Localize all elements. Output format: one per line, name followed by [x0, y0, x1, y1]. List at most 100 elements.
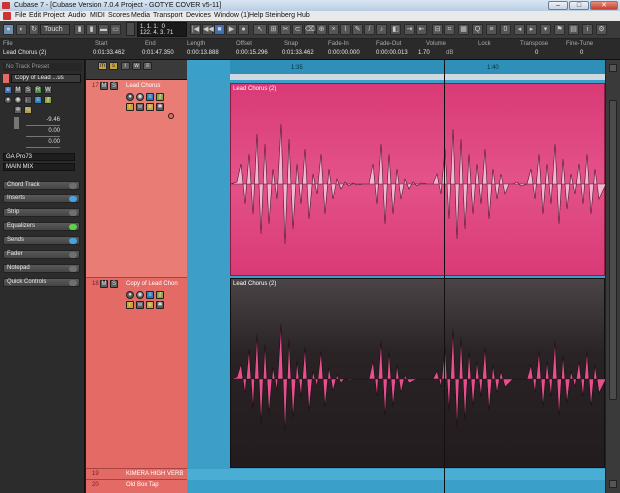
line-tool[interactable]: /	[364, 24, 375, 35]
track-filter-icon[interactable]: ≡	[143, 62, 152, 70]
volume-value[interactable]: -9.46	[26, 117, 60, 126]
grid-type-icon[interactable]: ▦	[458, 24, 469, 35]
info-fade-in-value[interactable]: 0:00:00.000	[328, 50, 360, 56]
zoom-in-icon[interactable]	[609, 64, 617, 72]
section-toggle-icon[interactable]	[69, 266, 77, 272]
play-icon[interactable]: ▶	[226, 24, 237, 35]
snap-mode-icon[interactable]: ⌗	[444, 24, 455, 35]
freeze-icon[interactable]: ❄	[14, 106, 22, 114]
autoscroll-button[interactable]: ⇥	[404, 24, 415, 35]
track-monitor-icon[interactable]: ◉	[136, 291, 144, 299]
zoom-tool[interactable]: ⊕	[316, 24, 327, 35]
output-routing-field[interactable]: MAIN MIX	[3, 163, 75, 171]
menu-media[interactable]: Media	[131, 11, 150, 21]
overview-toggle[interactable]: ▭	[110, 24, 121, 35]
track-name[interactable]: KIMERA HIGH VERB	[126, 471, 183, 477]
infoline-toggle[interactable]: ▬	[98, 24, 109, 35]
empty-track-lane[interactable]	[187, 469, 605, 480]
event-display[interactable]: Lead Chorus (2) Lead Chorus (2)	[187, 60, 606, 493]
section-chord-track[interactable]: Chord Track	[3, 181, 80, 190]
track-name[interactable]: Lead Chorus	[126, 83, 160, 89]
info-file-value[interactable]: Lead Chorus (2)	[3, 50, 46, 56]
info-volume-value[interactable]: 1.70	[418, 50, 430, 56]
section-quick-controls[interactable]: Quick Controls	[3, 278, 80, 287]
quantize-icon[interactable]: Q	[472, 24, 483, 35]
track-read-icon[interactable]: r	[126, 103, 134, 111]
right-pane-toggle[interactable]: ▮	[86, 24, 97, 35]
section-fader[interactable]: Fader	[3, 250, 80, 259]
time-warp-tool[interactable]: ⌇	[340, 24, 351, 35]
monitor-icon[interactable]: ◉	[14, 96, 22, 104]
section-toggle-icon[interactable]	[69, 280, 77, 286]
setup-icon[interactable]: ⚙	[596, 24, 607, 35]
eq-power-icon[interactable]	[69, 224, 77, 230]
track-freeze-icon[interactable]: ✱	[156, 301, 164, 309]
track-row[interactable]: 17 M S Lead Chorus ● ◉ ≡ ⚷ r w e ✱	[86, 80, 187, 278]
minimize-button[interactable]: –	[548, 1, 568, 10]
stop-icon[interactable]: ■	[214, 24, 225, 35]
track-edit-icon[interactable]: e	[146, 301, 154, 309]
go-to-start-icon[interactable]: |◀	[190, 24, 201, 35]
delay-value[interactable]: 0.00	[26, 139, 60, 148]
maximize-button[interactable]: □	[569, 1, 589, 10]
track-edit-icon[interactable]: e	[146, 103, 154, 111]
mute-button[interactable]: M	[14, 86, 22, 94]
mute-tool[interactable]: ×	[328, 24, 339, 35]
info-fine-tune-value[interactable]: 0	[580, 50, 583, 56]
app-menu-icon[interactable]	[3, 12, 11, 20]
play-tool[interactable]: ♪	[376, 24, 387, 35]
track-record-icon[interactable]: ●	[126, 291, 134, 299]
global-edit-in-place-icon[interactable]: m	[98, 62, 107, 70]
section-toggle-icon[interactable]	[69, 183, 77, 189]
read-automation-button[interactable]: R	[34, 86, 42, 94]
audio-performance-icon[interactable]: ▤	[568, 24, 579, 35]
track-row[interactable]: 19 KIMERA HIGH VERB	[86, 469, 187, 480]
info-icon[interactable]: i	[582, 24, 593, 35]
record-enable-icon[interactable]: ●	[4, 96, 12, 104]
edit-channel-button[interactable]: e	[4, 86, 12, 94]
position-spin-icon[interactable]	[126, 22, 135, 36]
empty-timeline-area[interactable]	[187, 80, 230, 493]
nudge-right-icon[interactable]: ▸	[526, 24, 537, 35]
activate-project-button[interactable]: ●	[3, 24, 14, 35]
track-preset-field[interactable]: No Track Preset	[3, 63, 82, 71]
track-mute-button[interactable]: M	[100, 82, 108, 90]
record-icon[interactable]: ●	[238, 24, 249, 35]
menu-scores[interactable]: Scores	[108, 11, 130, 21]
info-fade-out-value[interactable]: 0:00:00.013	[376, 50, 408, 56]
info-length-value[interactable]: 0:00:13.888	[187, 50, 219, 56]
audio-event[interactable]: Lead Chorus (2)	[230, 83, 606, 276]
quantize-preset-icon[interactable]: ≡	[486, 24, 497, 35]
track-lock-icon[interactable]: ⚷	[156, 291, 164, 299]
write-automation-button[interactable]: W	[44, 86, 52, 94]
marker-icon[interactable]: ⚑	[554, 24, 565, 35]
close-button[interactable]: ✕	[590, 1, 618, 10]
menu-file[interactable]: File	[15, 11, 26, 21]
menu-edit[interactable]: Edit	[29, 11, 41, 21]
rewind-icon[interactable]: ◀◀	[202, 24, 214, 35]
track-lanes-icon[interactable]: ≡	[146, 291, 154, 299]
section-toggle-icon[interactable]	[69, 210, 77, 216]
info-snap-value[interactable]: 0:01:33.462	[282, 50, 314, 56]
info-transpose-value[interactable]: 0	[535, 50, 538, 56]
menu-transport[interactable]: Transport	[153, 11, 183, 21]
track-name[interactable]: Old Box Tap	[126, 482, 159, 488]
track-row[interactable]: 20 Old Box Tap	[86, 480, 187, 493]
inserts-power-icon[interactable]	[69, 196, 77, 202]
menu-devices[interactable]: Devices	[186, 11, 211, 21]
track-solo-button[interactable]: S	[110, 280, 118, 288]
menu-help[interactable]: Help	[249, 11, 263, 21]
track-write-icon[interactable]: w	[136, 301, 144, 309]
automation-icon[interactable]: ↻	[29, 24, 39, 35]
track-mute-button[interactable]: M	[100, 280, 108, 288]
inspector-track-name[interactable]: Copy of Lead ...us	[11, 74, 81, 83]
info-start-value[interactable]: 0:01:33.462	[93, 50, 125, 56]
object-selection-tool[interactable]: ↖	[253, 24, 267, 35]
sends-power-icon[interactable]	[69, 238, 77, 244]
split-tool[interactable]: ✂	[280, 24, 291, 35]
menu-window[interactable]: Window (1)	[214, 11, 249, 21]
automation-mode-select[interactable]: Touch	[40, 24, 70, 35]
left-pane-toggle[interactable]: ▮	[74, 24, 85, 35]
color-tool[interactable]: ◧	[390, 24, 401, 35]
track-read-icon[interactable]: r	[126, 301, 134, 309]
